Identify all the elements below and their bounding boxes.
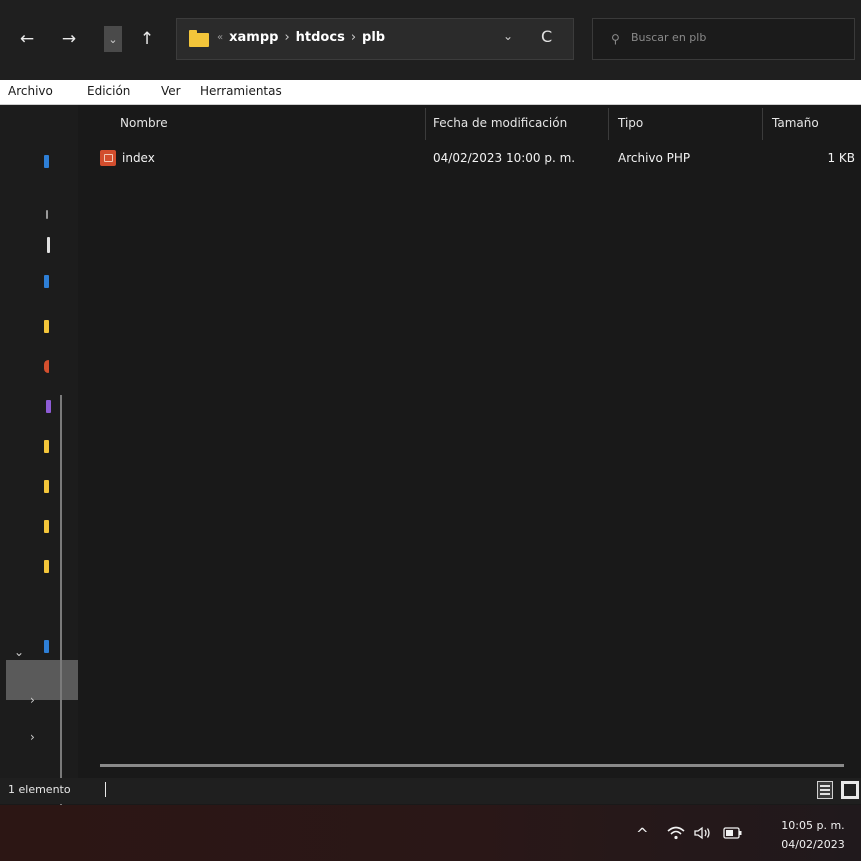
breadcrumb-overflow[interactable]: « (217, 32, 223, 43)
nav-item-icon[interactable] (44, 320, 49, 333)
file-name: index (122, 151, 155, 165)
breadcrumb: « xampp › htdocs › plb (217, 30, 385, 45)
nav-item-icon[interactable] (44, 520, 49, 533)
file-size: 1 KB (827, 151, 855, 165)
file-date: 04/02/2023 10:00 p. m. (433, 151, 576, 165)
back-button[interactable]: ← (14, 26, 40, 52)
horizontal-scrollbar[interactable] (100, 764, 844, 767)
nav-item-icon[interactable] (44, 640, 49, 653)
column-date[interactable]: Fecha de modificación (433, 116, 567, 130)
breadcrumb-xampp[interactable]: xampp (229, 30, 278, 45)
refresh-button[interactable]: C (541, 27, 552, 46)
arrow-up-icon: ↑ (139, 29, 155, 49)
address-bar[interactable]: « xampp › htdocs › plb ⌄ C (176, 18, 574, 60)
forward-button[interactable]: → (56, 26, 82, 52)
details-view-icon[interactable] (817, 781, 833, 799)
up-button[interactable]: ↑ (134, 26, 160, 52)
status-divider (105, 782, 106, 797)
taskbar: ^ 10:05 p. m. 04/02/2023 (0, 805, 861, 861)
search-icon: ⚲ (611, 32, 620, 46)
breadcrumb-separator[interactable]: › (284, 30, 289, 45)
refresh-icon: C (541, 27, 553, 46)
menu-bar: Archivo Edición Ver Herramientas (0, 80, 861, 105)
column-divider[interactable] (762, 108, 763, 140)
column-divider[interactable] (608, 108, 609, 140)
item-count: 1 elemento (8, 783, 71, 796)
chevron-down-icon: ⌄ (503, 29, 514, 43)
expand-chevron-icon[interactable]: ⌄ (14, 645, 24, 659)
search-box[interactable]: ⚲ (592, 18, 855, 60)
search-input[interactable] (629, 30, 833, 45)
nav-item-icon[interactable] (44, 155, 49, 168)
nav-item-icon[interactable] (44, 560, 49, 573)
nav-item-icon[interactable] (44, 360, 49, 373)
nav-item-icon[interactable] (44, 440, 49, 453)
address-dropdown-button[interactable]: ⌄ (503, 29, 513, 43)
folder-icon (189, 30, 209, 47)
nav-item-selected[interactable] (6, 660, 78, 700)
nav-scrollbar[interactable] (60, 395, 62, 840)
file-type: Archivo PHP (618, 151, 691, 165)
nav-item-icon[interactable] (44, 480, 49, 493)
menu-herramientas[interactable]: Herramientas (200, 84, 282, 98)
arrow-right-icon: → (61, 29, 77, 49)
collapse-chevron-icon[interactable]: › (30, 693, 35, 707)
status-bar: 1 elemento (0, 778, 861, 804)
navigation-pane: ⌄ › › (0, 105, 78, 840)
arrow-left-icon: ← (19, 29, 35, 49)
nav-item-icon[interactable] (46, 210, 48, 219)
battery-icon[interactable] (723, 827, 743, 839)
menu-archivo[interactable]: Archivo (8, 84, 53, 98)
menu-ver[interactable]: Ver (161, 84, 181, 98)
volume-icon[interactable] (694, 826, 712, 840)
nav-item-icon[interactable] (47, 237, 50, 253)
collapse-chevron-icon[interactable]: › (30, 730, 35, 744)
column-type[interactable]: Tipo (618, 116, 643, 130)
php-file-icon (100, 150, 116, 166)
recent-locations-button[interactable]: ⌄ (104, 26, 122, 52)
breadcrumb-htdocs[interactable]: htdocs (296, 30, 345, 45)
menu-edicion[interactable]: Edición (87, 84, 130, 98)
chevron-up-icon[interactable]: ^ (636, 825, 649, 843)
clock-date[interactable]: 04/02/2023 (773, 838, 853, 851)
address-toolbar: ← → ⌄ ↑ « xampp › htdocs › plb ⌄ C ⚲ (0, 0, 861, 80)
file-row[interactable]: index 04/02/2023 10:00 p. m. Archivo PHP… (80, 145, 861, 171)
breadcrumb-plb[interactable]: plb (362, 30, 385, 45)
nav-item-icon[interactable] (46, 400, 51, 413)
wifi-icon[interactable] (667, 826, 685, 840)
column-size[interactable]: Tamaño (772, 116, 819, 130)
chevron-down-icon: ⌄ (108, 32, 118, 46)
column-name[interactable]: Nombre (120, 116, 168, 130)
nav-item-icon[interactable] (44, 275, 49, 288)
breadcrumb-separator[interactable]: › (351, 30, 356, 45)
large-icons-view-icon[interactable] (841, 781, 859, 799)
clock-time[interactable]: 10:05 p. m. (773, 819, 853, 832)
column-header-row: Nombre Fecha de modificación Tipo Tamaño (80, 108, 861, 140)
column-divider[interactable] (425, 108, 426, 140)
